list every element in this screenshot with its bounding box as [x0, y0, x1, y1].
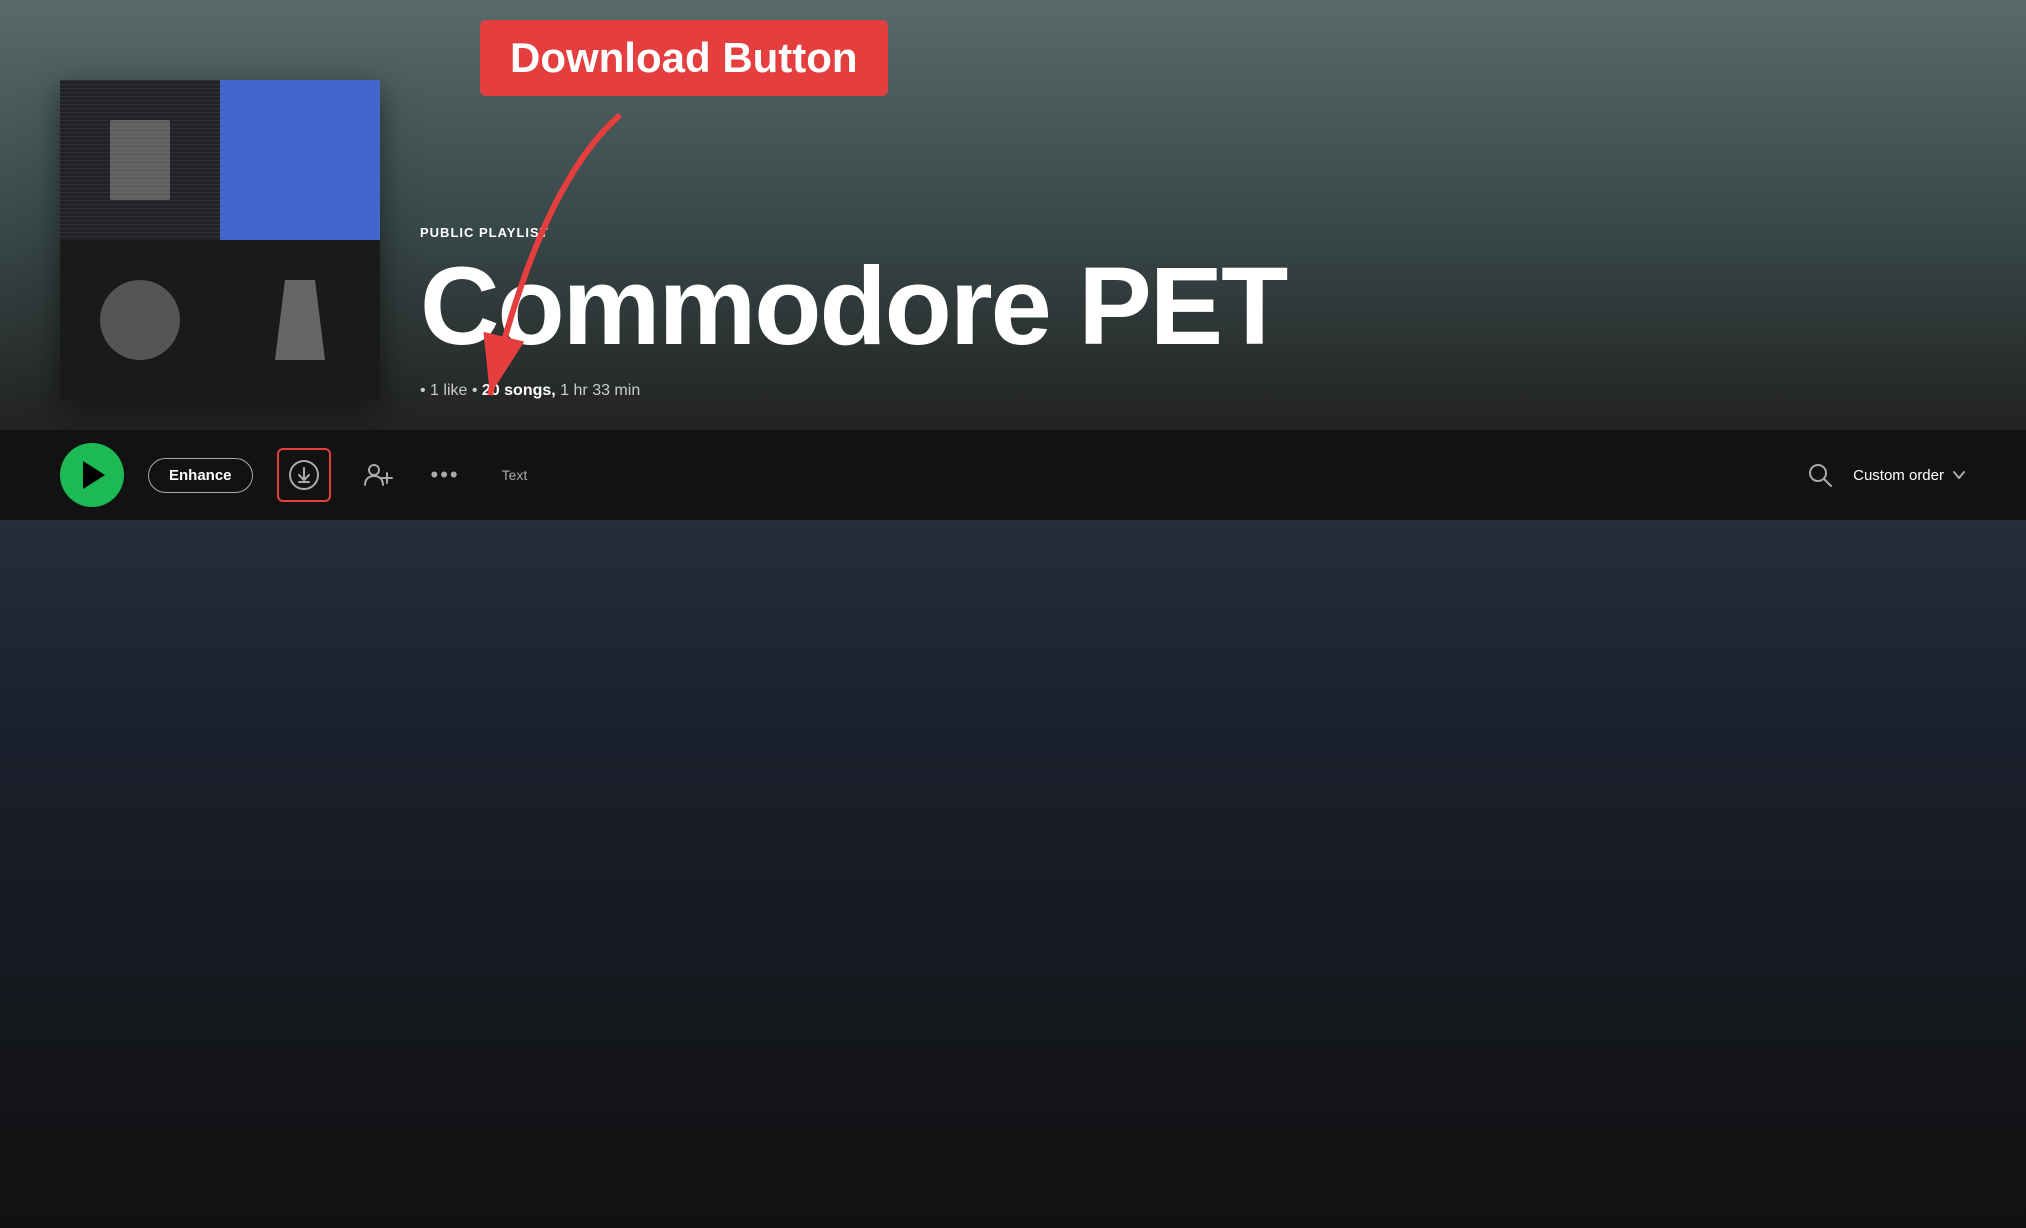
hero-section: PUBLIC PLAYLIST Commodore PET • 1 like •… — [0, 0, 2026, 430]
search-icon — [1807, 462, 1833, 488]
download-button[interactable] — [277, 448, 331, 502]
search-button[interactable] — [1807, 462, 1833, 488]
controls-right: Custom order — [1807, 462, 1966, 488]
play-button[interactable] — [60, 443, 124, 507]
art-cell-3 — [60, 240, 220, 400]
download-icon — [288, 459, 320, 491]
playlist-info: PUBLIC PLAYLIST Commodore PET • 1 like •… — [420, 225, 1966, 400]
add-person-button[interactable] — [355, 453, 399, 497]
annotation-label: Download Button — [480, 20, 888, 96]
art-cell-4 — [220, 240, 380, 400]
annotation-container: Download Button — [480, 20, 888, 96]
text-label: Text — [502, 467, 528, 483]
playlist-art — [60, 80, 380, 400]
playlist-title: Commodore PET — [420, 252, 1966, 362]
playlist-meta: • 1 like • 20 songs, 1 hr 33 min — [420, 382, 1966, 400]
chevron-down-icon — [1952, 468, 1966, 482]
custom-order-label: Custom order — [1853, 467, 1944, 484]
duration: 1 hr 33 min — [560, 382, 640, 399]
more-options-button[interactable]: ••• — [423, 462, 468, 488]
controls-bar: Enhance ••• Text Custom order — [0, 430, 2026, 520]
art-cell-1 — [60, 80, 220, 240]
playlist-type-label: PUBLIC PLAYLIST — [420, 225, 1966, 240]
songs-count: 20 songs, — [482, 382, 556, 399]
more-dots: ••• — [431, 462, 460, 488]
add-person-icon — [361, 459, 393, 491]
art-cell-2 — [220, 80, 380, 240]
play-icon — [83, 461, 105, 489]
custom-order-button[interactable]: Custom order — [1853, 467, 1966, 484]
likes-count: 1 like — [430, 382, 467, 399]
enhance-button[interactable]: Enhance — [148, 458, 253, 493]
